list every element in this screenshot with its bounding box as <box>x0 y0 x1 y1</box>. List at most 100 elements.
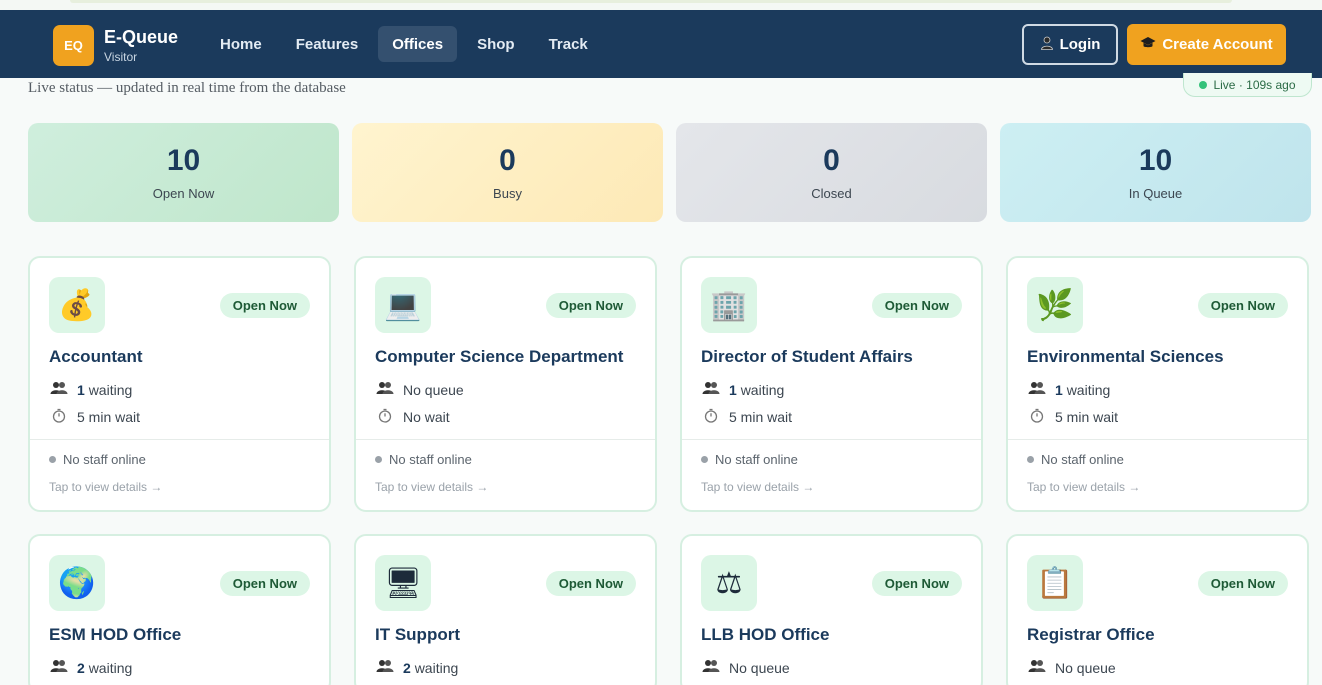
people-icon <box>375 659 395 676</box>
queue-text: No queue <box>1055 659 1116 676</box>
office-glyph: 🌍 <box>58 565 96 601</box>
nav-track[interactable]: Track <box>535 26 602 62</box>
top-strip <box>0 0 1322 10</box>
office-title: Computer Science Department <box>375 347 624 366</box>
queue-text: waiting <box>88 381 133 398</box>
live-dot-icon <box>1199 80 1208 89</box>
office-glyph: 🌿 <box>1036 287 1074 323</box>
login-button[interactable]: Login <box>1022 24 1118 65</box>
queue-row: No queue <box>701 659 790 676</box>
office-title: LLB HOD Office <box>701 625 830 644</box>
office-glyph: 🏢 <box>710 287 748 323</box>
status-badge: Open Now <box>871 293 962 318</box>
clipboard-icon: 📋 <box>1027 555 1083 611</box>
view-details-link[interactable]: Tap to view details → <box>701 480 814 494</box>
people-icon <box>701 381 721 398</box>
office-title: Accountant <box>49 347 143 366</box>
queue-text: waiting <box>414 659 459 676</box>
stat-label: In Queue <box>1128 186 1183 201</box>
office-glyph: 🖥 <box>383 565 423 601</box>
logo-badge[interactable]: EQ <box>53 25 94 66</box>
staff-dot-icon <box>1027 456 1034 463</box>
status-badge: Open Now <box>1197 571 1288 596</box>
live-status-text: Live · 109s ago <box>1213 77 1296 92</box>
stat-open-now[interactable]: 10 Open Now <box>28 123 339 222</box>
office-card[interactable]: 💻 Open Now Computer Science Department No … <box>354 256 657 512</box>
people-icon <box>375 381 395 398</box>
office-card[interactable]: 🏢 Open Now Director of Student Affairs 1 wa… <box>680 256 983 512</box>
office-card[interactable]: 📋 Open Now Registrar Office No queue <box>1006 534 1309 685</box>
wait-time: No wait <box>403 409 450 425</box>
stat-value: 10 <box>1138 144 1173 177</box>
create-account-button[interactable]: Create Account <box>1127 24 1286 65</box>
staff-dot-icon <box>49 456 56 463</box>
wait-row: 5 min wait <box>49 408 140 426</box>
globe-icon: 🌍 <box>49 555 105 611</box>
nav-offices[interactable]: Offices <box>378 26 458 62</box>
staff-status: No staff online <box>375 452 472 467</box>
status-badge: Open Now <box>219 293 310 318</box>
stopwatch-icon <box>701 408 721 426</box>
people-icon <box>1027 381 1047 398</box>
create-account-label: Create Account <box>1162 36 1273 53</box>
office-title: Director of Student Affairs <box>701 347 913 366</box>
stat-busy[interactable]: 0 Busy <box>352 123 663 222</box>
people-icon <box>49 381 69 398</box>
nav-features[interactable]: Features <box>282 26 373 62</box>
status-line: Live status — updated in real time from … <box>28 80 346 96</box>
card-divider <box>682 439 981 440</box>
status-badge: Open Now <box>1197 293 1288 318</box>
office-title: Environmental Sciences <box>1027 347 1224 366</box>
office-building-icon: 🏢 <box>701 277 757 333</box>
money-bag-icon: 💰 <box>49 277 105 333</box>
queue-text: waiting <box>1066 381 1111 398</box>
stat-value: 0 <box>499 144 516 177</box>
view-details-link[interactable]: Tap to view details → <box>1027 480 1140 494</box>
office-card[interactable]: 💰 Open Now Accountant 1 waiting 5 min wait No… <box>28 256 331 512</box>
live-status-badge: Live · 109s ago <box>1183 73 1312 97</box>
view-details-link[interactable]: Tap to view details → <box>375 480 488 494</box>
status-badge: Open Now <box>871 571 962 596</box>
staff-dot-icon <box>701 456 708 463</box>
staff-status: No staff online <box>49 452 146 467</box>
queue-row: 1 waiting <box>701 381 784 398</box>
stat-label: Busy <box>493 186 522 201</box>
status-badge: Open Now <box>219 571 310 596</box>
wait-time: 5 min wait <box>1055 409 1119 425</box>
scales-icon: ⚖ <box>701 555 757 611</box>
wait-time: 5 min wait <box>729 409 793 425</box>
wait-row: 5 min wait <box>701 408 792 426</box>
nav-home[interactable]: Home <box>206 26 276 62</box>
stopwatch-icon <box>375 408 395 426</box>
waiting-count: 2 <box>77 659 85 676</box>
office-card[interactable]: 🌍 Open Now ESM HOD Office 2 waiting <box>28 534 331 685</box>
staff-text: No staff online <box>1041 452 1124 467</box>
staff-status: No staff online <box>1027 452 1124 467</box>
nav-shop[interactable]: Shop <box>463 26 529 62</box>
staff-status: No staff online <box>701 452 798 467</box>
wait-row: 5 min wait <box>1027 408 1118 426</box>
stat-closed[interactable]: 0 Closed <box>676 123 987 222</box>
waiting-count: 1 <box>77 381 85 398</box>
view-details-link[interactable]: Tap to view details → <box>49 480 162 494</box>
queue-text: waiting <box>740 381 785 398</box>
staff-text: No staff online <box>63 452 146 467</box>
stopwatch-icon <box>1027 408 1047 426</box>
people-icon <box>701 659 721 676</box>
queue-row: No queue <box>1027 659 1116 676</box>
staff-text: No staff online <box>389 452 472 467</box>
office-card[interactable]: 🖥 Open Now IT Support 2 waiting <box>354 534 657 685</box>
queue-row: 1 waiting <box>49 381 132 398</box>
wait-row: No wait <box>375 408 450 426</box>
people-icon <box>49 659 69 676</box>
queue-text: No queue <box>403 381 464 398</box>
office-card[interactable]: 🌿 Open Now Environmental Sciences 1 waiting… <box>1006 256 1309 512</box>
office-card[interactable]: ⚖ Open Now LLB HOD Office No queue <box>680 534 983 685</box>
card-divider <box>356 439 655 440</box>
brand-name[interactable]: E-Queue <box>104 27 178 48</box>
office-title: IT Support <box>375 625 460 644</box>
main-nav: Home Features Offices Shop Track <box>206 26 608 62</box>
queue-row: 2 waiting <box>49 659 132 676</box>
office-glyph: ⚖ <box>715 565 743 601</box>
stat-in-queue[interactable]: 10 In Queue <box>1000 123 1311 222</box>
